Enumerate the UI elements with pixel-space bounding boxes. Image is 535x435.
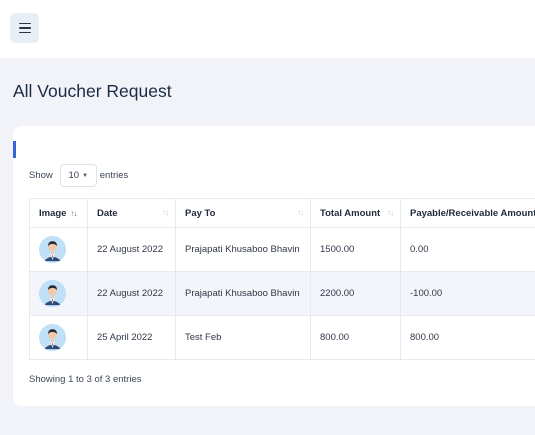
sort-icon: ↑↓ [70, 208, 77, 218]
pay-to-cell: Prajapati Khusaboo Bhavin [175, 227, 311, 272]
page-title: All Voucher Request [13, 81, 172, 101]
voucher-card: Show 10 ▼ entries Image ↑↓ Date ↑↓ Pay To ↑… [13, 126, 535, 406]
table-row: 22 August 2022 Prajapati Khusaboo Bhavin… [29, 227, 535, 272]
hamburger-menu-button[interactable] [10, 13, 39, 43]
image-cell [29, 271, 88, 316]
entries-length-control: Show 10 ▼ entries [29, 164, 128, 187]
user-avatar-icon [39, 280, 66, 307]
column-header-payable-amount[interactable]: Payable/Receivable Amount [400, 198, 535, 228]
image-cell [29, 227, 88, 272]
total-amount-cell: 800.00 [310, 315, 401, 360]
pay-to-cell: Test Feb [175, 315, 311, 360]
date-cell: 22 August 2022 [87, 227, 176, 272]
table-row: 22 August 2022 Prajapati Khusaboo Bhavin… [29, 271, 535, 316]
total-amount-cell: 1500.00 [310, 227, 401, 272]
pay-to-cell: Prajapati Khusaboo Bhavin [175, 271, 311, 316]
column-header-image[interactable]: Image ↑↓ [29, 198, 88, 228]
sort-icon: ↑↓ [387, 208, 394, 217]
entries-label: entries [99, 170, 129, 181]
total-amount-cell: 2200.00 [310, 271, 401, 316]
image-cell [29, 315, 88, 360]
entries-length-select[interactable]: 10 ▼ [59, 164, 97, 187]
voucher-table: Image ↑↓ Date ↑↓ Pay To ↑↓ Total Amount ↑↓ P… [29, 198, 535, 360]
table-header-row: Image ↑↓ Date ↑↓ Pay To ↑↓ Total Amount ↑↓ P… [29, 198, 535, 228]
payable-amount-cell: -100.00 [400, 271, 535, 316]
entries-length-value: 10 [68, 170, 80, 181]
hamburger-icon [18, 22, 31, 25]
sort-icon: ↑↓ [297, 208, 304, 217]
sort-icon: ↑↓ [162, 208, 169, 217]
column-header-pay-to[interactable]: Pay To ↑↓ [175, 198, 311, 228]
payable-amount-cell: 800.00 [400, 315, 535, 360]
table-info: Showing 1 to 3 of 3 entries [29, 374, 142, 385]
column-header-date[interactable]: Date ↑↓ [87, 198, 176, 228]
table-row: 25 April 2022 Test Feb 800.00 800.00 [29, 315, 535, 360]
user-avatar-icon [39, 324, 66, 351]
date-cell: 25 April 2022 [87, 315, 176, 360]
show-label: Show [29, 170, 53, 181]
payable-amount-cell: 0.00 [400, 227, 535, 272]
caret-down-icon: ▼ [82, 172, 89, 179]
top-bar [0, 0, 535, 58]
card-accent-bar [13, 141, 16, 158]
user-avatar-icon [39, 236, 66, 263]
date-cell: 22 August 2022 [87, 271, 176, 316]
column-header-total-amount[interactable]: Total Amount ↑↓ [310, 198, 401, 228]
